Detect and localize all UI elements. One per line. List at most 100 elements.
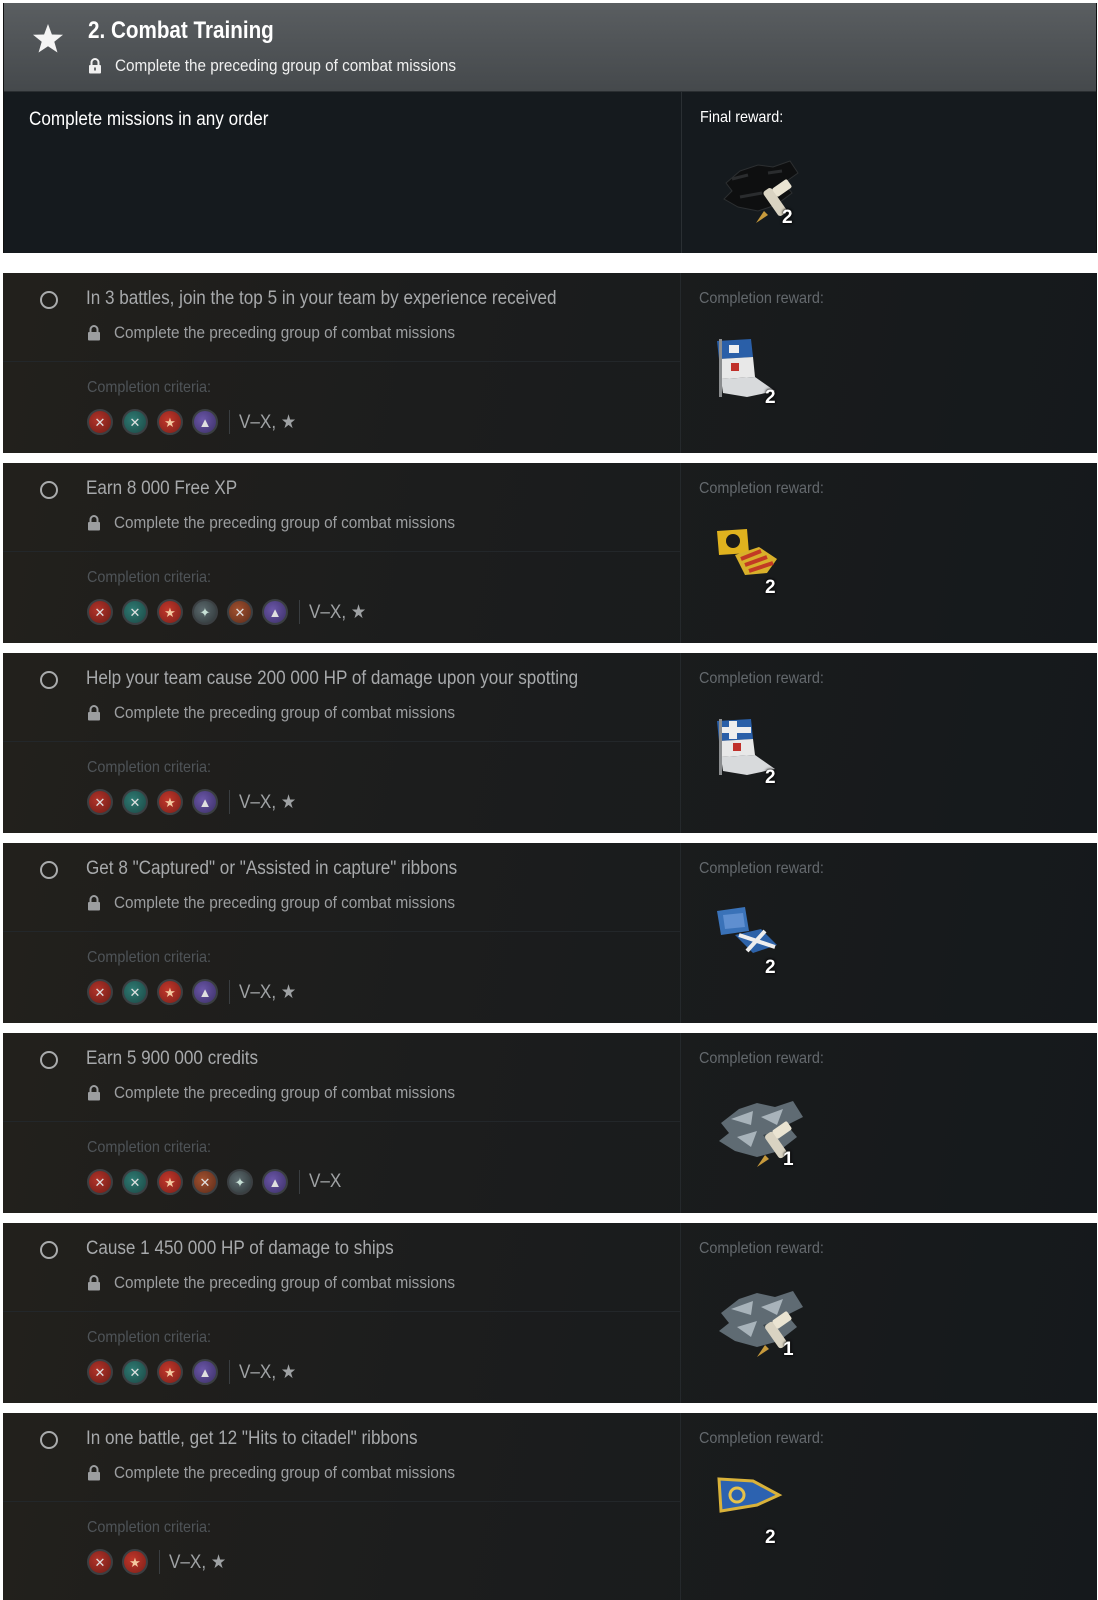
mission-lock-text: Complete the preceding group of combat m… <box>114 323 456 342</box>
divider <box>3 931 680 932</box>
carrier-class-icon: ▲ <box>192 979 218 1005</box>
destroyer-class-icon: ✕ <box>87 789 113 815</box>
destroyer-class-icon: ✕ <box>87 409 113 435</box>
lock-icon <box>88 1275 100 1291</box>
reward-item[interactable]: 2 <box>717 1475 787 1550</box>
divider <box>680 1033 681 1213</box>
divider <box>3 361 680 362</box>
mission-lock-text: Complete the preceding group of combat m… <box>114 1273 456 1292</box>
divider <box>680 653 681 833</box>
group-header-panel: 2. Combat Training Complete the precedin… <box>3 3 1097 253</box>
battleship-class-icon: ★ <box>157 1169 183 1195</box>
reward-label: Completion reward: <box>699 1430 824 1447</box>
premium-ship-icon: ✕ <box>192 1169 218 1195</box>
criteria-label: Completion criteria: <box>87 1329 212 1346</box>
criteria-label: Completion criteria: <box>87 569 212 586</box>
separator <box>229 980 230 1004</box>
tier-range: V–X <box>309 1171 342 1192</box>
mission-lock-text: Complete the preceding group of combat m… <box>114 703 456 722</box>
divider <box>3 1501 680 1502</box>
mission-card[interactable]: Get 8 "Captured" or "Assisted in capture… <box>3 843 1097 1023</box>
signal-flag-blue-white-icon <box>717 339 775 397</box>
separator <box>159 1550 160 1574</box>
lock-icon <box>88 1085 100 1101</box>
premium-ship-icon: ✕ <box>227 599 253 625</box>
criteria-badges: ✕ ✕ ★ ▲ V–X, ★ <box>87 788 303 816</box>
cruiser-class-icon: ✕ <box>122 599 148 625</box>
reward-label: Completion reward: <box>699 1240 824 1257</box>
lock-icon <box>89 58 101 74</box>
reward-item[interactable]: 2 <box>717 905 787 980</box>
group-lock-text: Complete the preceding group of combat m… <box>115 56 457 75</box>
separator <box>299 600 300 624</box>
destroyer-class-icon: ✕ <box>87 979 113 1005</box>
divider <box>3 1121 680 1122</box>
cruiser-class-icon: ✕ <box>122 1359 148 1385</box>
reward-label: Completion reward: <box>699 1050 824 1067</box>
camouflage-icon <box>723 160 799 223</box>
mission-title: Earn 8 000 Free XP <box>86 478 238 499</box>
mission-status-circle <box>40 861 58 879</box>
cruiser-class-icon: ✕ <box>122 409 148 435</box>
final-reward-item[interactable]: 2 <box>718 153 808 234</box>
divider <box>680 1413 681 1600</box>
mission-status-circle <box>40 1051 58 1069</box>
criteria-badges: ✕ ✕ ★ ✦ ✕ ▲ V–X, ★ <box>87 598 373 626</box>
divider <box>3 551 680 552</box>
signal-flag-blue-saltire-icon <box>717 907 777 953</box>
reward-label: Completion reward: <box>699 670 824 687</box>
mission-card[interactable]: In one battle, get 12 "Hits to citadel" … <box>3 1413 1097 1600</box>
reward-item[interactable]: 2 <box>717 525 787 600</box>
reward-count: 1 <box>783 1339 794 1360</box>
reward-item[interactable]: 1 <box>717 1095 807 1176</box>
destroyer-class-icon: ✕ <box>87 1549 113 1575</box>
carrier-class-icon: ▲ <box>262 1169 288 1195</box>
criteria-badges: ✕ ✕ ★ ▲ V–X, ★ <box>87 1358 303 1386</box>
tier-range: V–X, ★ <box>309 601 367 623</box>
divider <box>680 463 681 643</box>
mission-title: Earn 5 900 000 credits <box>86 1048 259 1069</box>
mission-status-circle <box>40 671 58 689</box>
star-icon <box>33 24 63 53</box>
battleship-class-icon: ★ <box>157 599 183 625</box>
mission-card[interactable]: In 3 battles, join the top 5 in your tea… <box>3 273 1097 453</box>
mission-card[interactable]: Earn 8 000 Free XP Complete the precedin… <box>3 463 1097 643</box>
mission-title: Cause 1 450 000 HP of damage to ships <box>86 1238 394 1259</box>
group-instruction: Complete missions in any order <box>29 109 269 130</box>
mission-card[interactable]: Earn 5 900 000 credits Complete the prec… <box>3 1033 1097 1213</box>
mission-title: Get 8 "Captured" or "Assisted in capture… <box>86 858 458 879</box>
criteria-badges: ✕ ✕ ★ ▲ V–X, ★ <box>87 408 303 436</box>
submarine-class-icon: ✦ <box>192 599 218 625</box>
divider <box>680 843 681 1023</box>
mission-title: In one battle, get 12 "Hits to citadel" … <box>86 1428 418 1449</box>
mission-status-circle <box>40 1431 58 1449</box>
battleship-class-icon: ★ <box>157 409 183 435</box>
reward-item[interactable]: 2 <box>717 715 787 790</box>
final-reward-label: Final reward: <box>700 109 784 126</box>
lock-icon <box>88 1465 100 1481</box>
reward-item[interactable]: 1 <box>717 1285 807 1366</box>
criteria-badges: ✕ ✕ ★ ▲ V–X, ★ <box>87 978 303 1006</box>
tier-range: V–X, ★ <box>169 1551 227 1573</box>
reward-label: Completion reward: <box>699 290 824 307</box>
group-title: 2. Combat Training <box>88 17 274 44</box>
cruiser-class-icon: ✕ <box>122 979 148 1005</box>
mission-lock-text: Complete the preceding group of combat m… <box>114 893 456 912</box>
lock-icon <box>88 325 100 341</box>
battleship-class-icon: ★ <box>157 789 183 815</box>
mission-lock-text: Complete the preceding group of combat m… <box>114 1463 456 1482</box>
mission-card[interactable]: Cause 1 450 000 HP of damage to ships Co… <box>3 1223 1097 1403</box>
submarine-class-icon: ✦ <box>227 1169 253 1195</box>
mission-status-circle <box>40 1241 58 1259</box>
carrier-class-icon: ▲ <box>192 789 218 815</box>
final-reward-count: 2 <box>782 207 793 228</box>
destroyer-class-icon: ✕ <box>87 599 113 625</box>
mission-title: In 3 battles, join the top 5 in your tea… <box>86 288 557 309</box>
mission-title: Help your team cause 200 000 HP of damag… <box>86 668 579 689</box>
destroyer-class-icon: ✕ <box>87 1169 113 1195</box>
divider <box>680 1223 681 1403</box>
mission-card[interactable]: Help your team cause 200 000 HP of damag… <box>3 653 1097 833</box>
divider <box>3 1311 680 1312</box>
reward-item[interactable]: 2 <box>717 335 787 410</box>
criteria-badges: ✕ ★ V–X, ★ <box>87 1548 233 1576</box>
